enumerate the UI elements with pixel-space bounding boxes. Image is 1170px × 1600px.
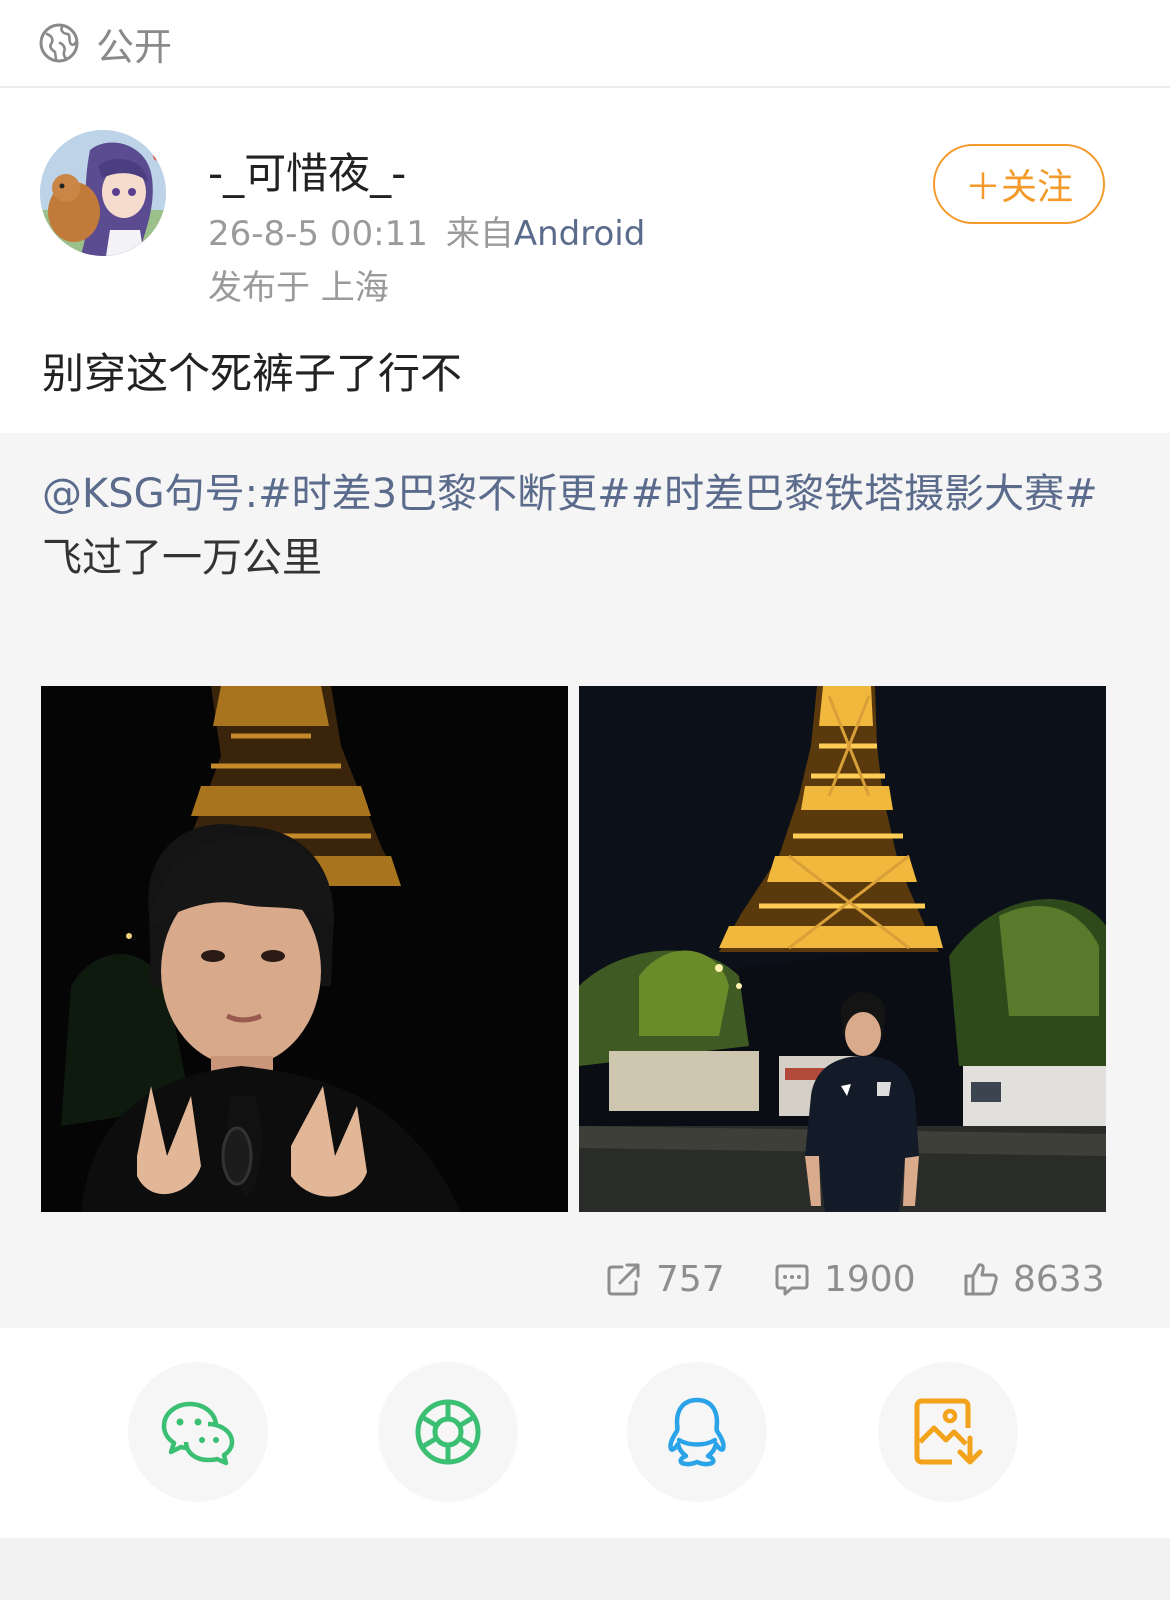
mention-colon: : (244, 471, 259, 517)
repost-count[interactable]: 757 (606, 1254, 725, 1304)
repost-text: @KSG句号:#时差3巴黎不断更##时差巴黎铁塔摄影大赛# 飞过了一万公里 (42, 462, 1122, 590)
moments-icon (415, 1399, 481, 1465)
mention-link[interactable]: @KSG句号 (42, 471, 245, 517)
share-moments-button[interactable] (378, 1362, 518, 1502)
visibility-bar[interactable]: 公开 (0, 0, 1170, 88)
bottom-strip (0, 1538, 1170, 1600)
repost-count-value: 757 (656, 1258, 725, 1300)
wechat-icon (161, 1401, 235, 1466)
save-image-button[interactable] (878, 1362, 1018, 1502)
globe-icon (39, 23, 79, 63)
like-count[interactable]: 8633 (963, 1254, 1105, 1304)
author-name[interactable]: -_可惜夜_- (208, 140, 406, 201)
share-wechat-button[interactable] (128, 1362, 268, 1502)
post-source: Android (513, 214, 646, 254)
post-timestamp: 26-8-5 00:11 (208, 214, 428, 254)
post-meta: 26-8-5 00:11 来自Android (208, 206, 645, 255)
post-location: 发布于 上海 (208, 268, 389, 308)
qq-icon (668, 1397, 726, 1467)
post-detail-page: 公开 -_可惜夜_- 26-8-5 00:11 来自Android 发布于 上海 … (0, 0, 1170, 1600)
share-qq-button[interactable] (627, 1362, 767, 1502)
comment-count[interactable]: 1900 (774, 1254, 916, 1304)
hashtag-link[interactable]: #时差3巴黎不断更##时差巴黎铁塔摄影大赛# (258, 471, 1098, 517)
source-prefix: 来自 (445, 214, 514, 254)
save-image-icon (914, 1398, 983, 1465)
photo-1[interactable] (41, 686, 568, 1212)
post-text: 别穿这个死裤子了行不 (42, 349, 463, 398)
repost-body: 飞过了一万公里 (42, 535, 322, 581)
photo-2[interactable] (579, 686, 1106, 1212)
like-count-value: 8633 (1013, 1258, 1105, 1300)
comment-icon (775, 1264, 809, 1296)
comment-count-value: 1900 (824, 1258, 916, 1300)
visibility-label: 公开 (96, 24, 173, 69)
thumbs-up-icon (964, 1263, 998, 1296)
avatar[interactable] (40, 130, 166, 256)
share-arrow-icon (607, 1263, 640, 1296)
follow-button[interactable]: ＋关注 (933, 144, 1105, 224)
